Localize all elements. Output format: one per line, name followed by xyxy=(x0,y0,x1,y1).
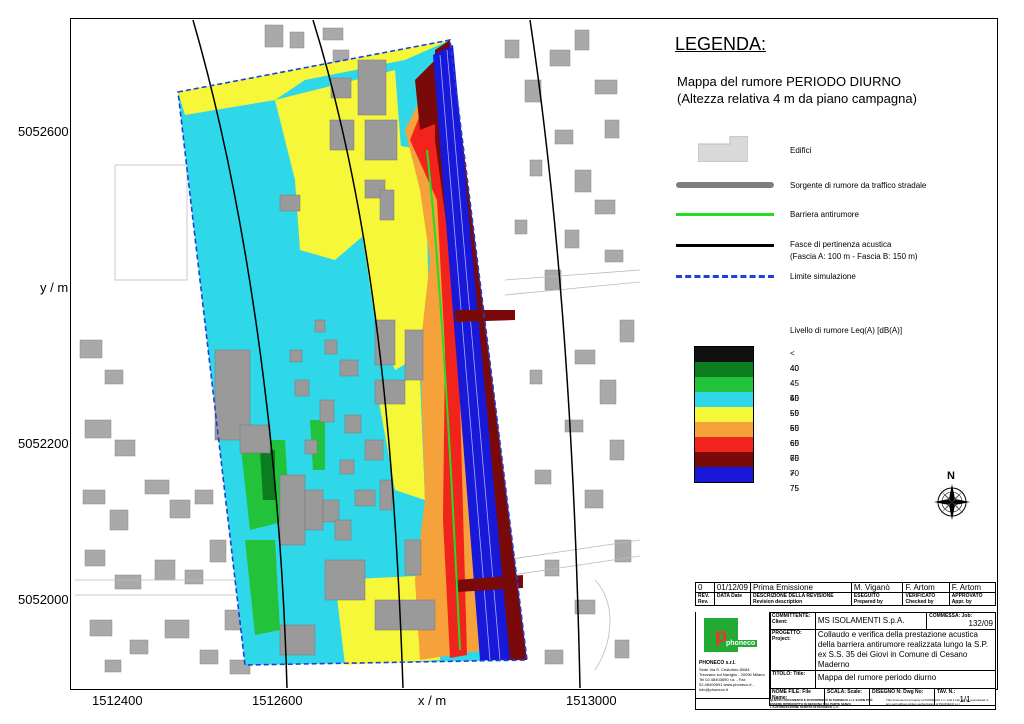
x-tick-1512600: 1512600 xyxy=(252,693,303,708)
legend-label-simulation-limit: Limite simulazione xyxy=(790,272,856,281)
scale-label: 70 - 75 xyxy=(790,454,799,493)
legend-label-belt: Fasce di pertinenza acustica xyxy=(790,240,892,249)
job-number: 132/09 xyxy=(968,619,993,628)
footer-en: This document is property of PHONECO s.r… xyxy=(886,698,989,706)
scale-swatch xyxy=(695,362,753,377)
cap-verificato: VERIFICATO Checked by xyxy=(905,593,936,605)
x-axis-label: x / m xyxy=(418,693,447,708)
y-axis-label: y / m xyxy=(40,280,69,295)
scale-label: 45 - 50 xyxy=(790,379,799,418)
drawing-title: Mappa del rumore periodo diurno xyxy=(817,673,937,682)
x-tick-1512400: 1512400 xyxy=(92,693,143,708)
north-label: N xyxy=(947,470,955,482)
project-description: Collaudo e verifica della prestazione ac… xyxy=(817,630,989,669)
cap-committente: COMMITTENTE: Client: xyxy=(772,613,811,625)
legend-label-belt-2: (Fascia A: 100 m - Fascia B: 150 m) xyxy=(790,252,918,261)
belt-line-icon xyxy=(676,244,774,247)
company-name: PHONECO s.r.l. xyxy=(699,660,736,666)
noise-map-svg xyxy=(75,19,641,689)
approved-by: F. Artom xyxy=(948,582,997,593)
scale-swatch xyxy=(695,377,753,392)
rev-date: 01/12/09 xyxy=(713,582,751,593)
rev-number: 0 xyxy=(695,582,715,593)
company-box: p phoneco PHONECO s.r.l. Sede Via S. Cri… xyxy=(695,612,771,699)
legend-subtitle-2: (Altezza relativa 4 m da piano campagna) xyxy=(677,91,917,106)
x-tick-1513000: 1513000 xyxy=(566,693,617,708)
scale-swatch xyxy=(695,437,753,452)
scale-label: < 40 xyxy=(790,349,799,373)
scale-swatch xyxy=(695,467,753,482)
checked-by: F. Artom xyxy=(902,582,950,593)
cap-eseguito: ESEGUITO Prepared by xyxy=(853,593,883,605)
building-icon xyxy=(697,135,749,163)
cap-titolo: TITOLO: Title: xyxy=(772,671,806,677)
scale-label: 55 - 60 xyxy=(790,409,799,448)
company-address: Sede Via S. Cristoforo 80/84 Trezzano su… xyxy=(699,667,765,692)
cap-approvato: APPROVATO Appr. by xyxy=(951,593,983,605)
scale-swatch xyxy=(695,422,753,437)
y-tick-5052600: 5052600 xyxy=(18,124,69,139)
scale-label: 50 - 55 xyxy=(790,394,799,433)
cap-data: DATA Date xyxy=(716,593,742,599)
scale-label: 60 - 65 xyxy=(790,424,799,463)
scale-swatch xyxy=(695,347,753,362)
y-tick-5052200: 5052200 xyxy=(18,436,69,451)
legend-title: LEGENDA: xyxy=(675,34,767,54)
simulation-limit-line-icon xyxy=(676,275,774,278)
rev-description: Prima Emissione xyxy=(749,582,852,593)
cap-disegno: DISEGNO N: Dwg No: xyxy=(872,689,924,695)
scale-swatch xyxy=(695,392,753,407)
legend-label-barrier: Barriera antirumore xyxy=(790,210,859,219)
legend-label-road-source: Sorgente di rumore da traffico stradale xyxy=(790,181,927,190)
scale-title: Livello di rumore Leq(A) [dB(A)] xyxy=(790,326,903,335)
north-arrow-icon: N xyxy=(932,470,972,522)
prepared-by: M. Viganò xyxy=(850,582,904,593)
cap-progetto: PROGETTO: Project: xyxy=(772,630,802,642)
scale-label: 65 - 70 xyxy=(790,439,799,478)
noise-map[interactable] xyxy=(75,19,641,689)
scale-label: 40 - 45 xyxy=(790,364,799,403)
cap-rev: REV. Rev. xyxy=(698,593,710,605)
legend-label-buildings: Edifici xyxy=(790,146,812,155)
barrier-line-icon xyxy=(676,213,774,216)
scale-swatch xyxy=(695,407,753,422)
road-source-line-icon xyxy=(676,182,774,188)
title-block: 0 01/12/09 Prima Emissione M. Viganò F. … xyxy=(695,582,997,710)
cap-scala: SCALA: Scale: xyxy=(827,689,863,695)
footer-it: QUESTO DOCUMENTO È DI PROPRIETÀ DI PHONE… xyxy=(770,698,873,709)
cap-descr: DESCRIZIONE DELLA REVISIONE Revision des… xyxy=(752,593,834,605)
y-tick-5052000: 5052000 xyxy=(18,592,69,607)
company-logo-text: phoneco xyxy=(724,640,758,647)
client-name: MS ISOLAMENTI S.p.A. xyxy=(817,616,905,625)
scale-swatch xyxy=(695,452,753,467)
legend-subtitle-1: Mappa del rumore PERIODO DIURNO xyxy=(677,74,901,89)
